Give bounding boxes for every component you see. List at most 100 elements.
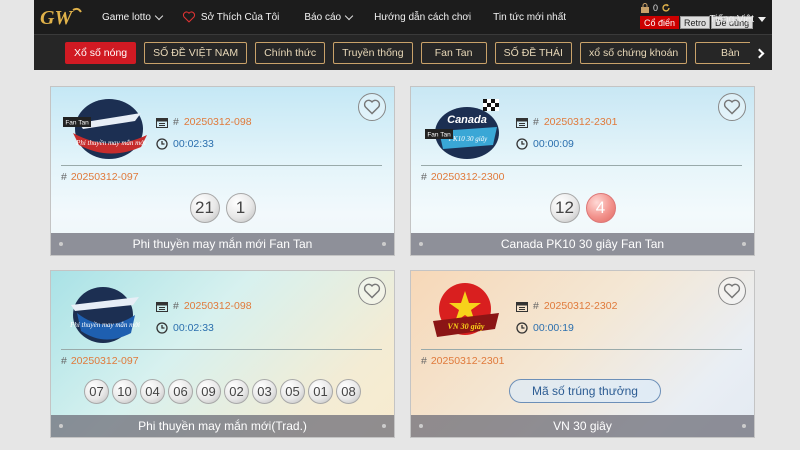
calendar-icon bbox=[516, 301, 528, 312]
favorite-heart-button[interactable] bbox=[358, 277, 386, 305]
tab-thai-lottery[interactable]: SỐ ĐỀ THÁI bbox=[494, 41, 572, 64]
clock-icon bbox=[156, 138, 168, 150]
nav-game-lotto-label: Game lotto bbox=[102, 11, 151, 23]
style-classic-button[interactable]: Cổ điển bbox=[640, 16, 680, 29]
favorite-heart-button[interactable] bbox=[718, 93, 746, 121]
winning-numbers-button[interactable]: Mã số trúng thưởng bbox=[509, 379, 661, 403]
chevron-right-icon bbox=[754, 48, 765, 58]
game-title: Phi thuyền may mắn mới Fan Tan bbox=[132, 237, 313, 251]
game-card-spaceship-traditional[interactable]: Phi thuyền may mắn mới # 20250312-098 00… bbox=[50, 270, 395, 438]
current-issue-number: 20250312-2301 bbox=[543, 116, 618, 128]
game-title-bar[interactable]: Canada PK10 30 giây Fan Tan bbox=[411, 233, 754, 255]
chevron-down-icon bbox=[344, 11, 354, 20]
hash-symbol: # bbox=[173, 300, 179, 312]
game-card-canada-pk10-fantan[interactable]: Canada PK10 30 giây Fan Tan # 20250312-2… bbox=[410, 86, 755, 256]
balance-display: 0 bbox=[640, 3, 671, 13]
spaceship-fantan-game-logo: Phi thuyền may mắn mới Fan Tan bbox=[63, 99, 147, 159]
result-balls: 21 1 bbox=[51, 193, 394, 223]
nav-game-lotto[interactable]: Game lotto bbox=[102, 11, 164, 23]
decorative-dot bbox=[419, 424, 423, 428]
nav-latest-news-label: Tin tức mới nhất bbox=[493, 11, 567, 23]
svg-text:Phi thuyền may mắn mới: Phi thuyền may mắn mới bbox=[69, 321, 140, 329]
result-ball: 07 bbox=[84, 379, 109, 404]
result-ball: 09 bbox=[196, 379, 221, 404]
heart-icon bbox=[723, 283, 741, 299]
nav-reports-label: Báo cáo bbox=[304, 11, 342, 23]
card-divider bbox=[61, 165, 382, 166]
current-draw-info: # 20250312-098 00:02:33 bbox=[156, 297, 252, 341]
result-ball: 04 bbox=[140, 379, 165, 404]
card-divider bbox=[421, 165, 742, 166]
tab-traditional[interactable]: Truyền thống bbox=[333, 41, 413, 64]
result-ball: 1 bbox=[225, 193, 256, 223]
game-card-spaceship-fantan[interactable]: Phi thuyền may mắn mới Fan Tan # 2025031… bbox=[50, 86, 395, 256]
hash-symbol: # bbox=[421, 355, 427, 367]
countdown-timer: 00:02:33 bbox=[173, 138, 214, 150]
result-balls: 07 10 04 06 09 02 03 05 01 08 bbox=[51, 379, 394, 404]
tab-fan-tan[interactable]: Fan Tan bbox=[420, 41, 487, 64]
result-ball: 12 bbox=[549, 193, 580, 223]
decorative-dot bbox=[742, 242, 746, 246]
nav-how-to-play[interactable]: Hướng dẫn cách chơi bbox=[374, 12, 471, 23]
game-title-bar[interactable]: Phi thuyền may mắn mới Fan Tan bbox=[51, 233, 394, 255]
hash-symbol: # bbox=[173, 116, 179, 128]
svg-text:VN 30 giây: VN 30 giây bbox=[448, 322, 485, 331]
card-divider bbox=[421, 349, 742, 350]
account-panel: 0 Cổ điển Retro Dễ dùng Tiếng Việt bbox=[636, 2, 766, 32]
svg-text:GW: GW bbox=[40, 7, 73, 29]
result-ball: 01 bbox=[308, 379, 333, 404]
tab-stock-lottery[interactable]: xổ số chứng khoán bbox=[579, 41, 688, 64]
vn-30s-game-logo: VN 30 giây bbox=[433, 283, 499, 337]
current-issue-number: 20250312-2302 bbox=[543, 300, 618, 312]
gw-logo[interactable]: GW bbox=[38, 4, 84, 30]
svg-text:Fan Tan: Fan Tan bbox=[65, 120, 89, 127]
previous-draw-info: # 20250312-2301 bbox=[421, 355, 504, 367]
current-issue-number: 20250312-098 bbox=[183, 300, 252, 312]
nav-latest-news[interactable]: Tin tức mới nhất bbox=[493, 12, 566, 23]
countdown-timer: 00:02:33 bbox=[173, 322, 214, 334]
tab-hot-lottery[interactable]: Xổ số nóng bbox=[65, 41, 137, 64]
nav-how-to-play-label: Hướng dẫn cách chơi bbox=[374, 11, 472, 23]
hash-symbol: # bbox=[421, 171, 427, 183]
favorite-heart-button[interactable] bbox=[358, 93, 386, 121]
language-selector[interactable]: Tiếng Việt bbox=[710, 14, 766, 25]
tab-scroll-right-button[interactable] bbox=[750, 35, 772, 70]
game-title: VN 30 giây bbox=[553, 419, 612, 433]
result-ball: 03 bbox=[252, 379, 277, 404]
top-navigation-bar: GW Game lotto Sở Thích Của Tôi Báo cáo H… bbox=[34, 0, 772, 34]
game-title-bar[interactable]: Phi thuyền may mắn mới(Trad.) bbox=[51, 415, 394, 437]
spaceship-game-logo: Phi thuyền may mắn mới bbox=[69, 287, 140, 343]
balance-value: 0 bbox=[653, 3, 659, 13]
nav-reports[interactable]: Báo cáo bbox=[304, 11, 354, 23]
svg-text:PK10 30 giây: PK10 30 giây bbox=[448, 135, 488, 143]
calendar-icon bbox=[516, 117, 528, 128]
tab-official[interactable]: Chính thức bbox=[255, 41, 326, 64]
previous-draw-info: # 20250312-097 bbox=[61, 171, 139, 183]
previous-issue-number: 20250312-2300 bbox=[430, 171, 505, 183]
hash-symbol: # bbox=[61, 171, 67, 183]
heart-icon bbox=[363, 99, 381, 115]
previous-issue-number: 20250312-097 bbox=[70, 355, 139, 367]
current-draw-info: # 20250312-2301 00:00:09 bbox=[516, 113, 617, 157]
heart-icon bbox=[723, 99, 741, 115]
calendar-icon bbox=[156, 301, 168, 312]
clock-icon bbox=[516, 322, 528, 334]
clock-icon bbox=[516, 138, 528, 150]
result-ball: 10 bbox=[112, 379, 137, 404]
category-tab-bar: Xổ số nóng SỐ ĐỀ VIỆT NAM Chính thức Tru… bbox=[34, 34, 772, 70]
result-ball: 02 bbox=[224, 379, 249, 404]
style-retro-button[interactable]: Retro bbox=[680, 16, 711, 29]
nav-favorites[interactable]: Sở Thích Của Tôi bbox=[182, 11, 279, 23]
current-draw-info: # 20250312-2302 00:00:19 bbox=[516, 297, 617, 341]
decorative-dot bbox=[59, 242, 63, 246]
game-title-bar[interactable]: VN 30 giây bbox=[411, 415, 754, 437]
favorite-heart-button[interactable] bbox=[718, 277, 746, 305]
heart-icon bbox=[182, 11, 195, 23]
game-title: Phi thuyền may mắn mới(Trad.) bbox=[138, 419, 307, 433]
refresh-icon[interactable] bbox=[661, 3, 671, 13]
result-ball: 21 bbox=[189, 193, 220, 223]
tab-vietnam-lottery[interactable]: SỐ ĐỀ VIỆT NAM bbox=[144, 41, 248, 64]
game-card-vn-30s[interactable]: VN 30 giây # 20250312-2302 00:00:19 # 20… bbox=[410, 270, 755, 438]
decorative-dot bbox=[742, 424, 746, 428]
language-label: Tiếng Việt bbox=[709, 14, 754, 25]
